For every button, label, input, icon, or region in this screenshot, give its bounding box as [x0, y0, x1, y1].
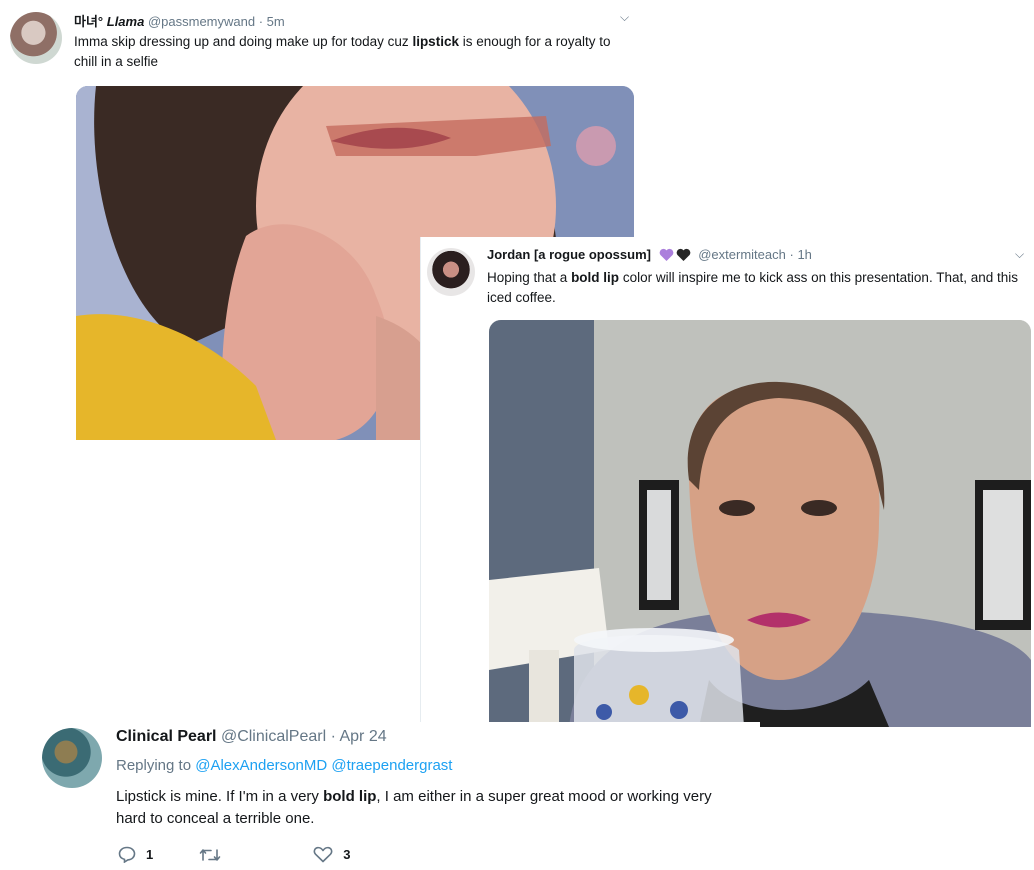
chevron-down-icon[interactable]: ⌵	[620, 10, 629, 25]
avatar-passmemywand[interactable]	[10, 12, 62, 64]
timestamp[interactable]: 1h	[797, 247, 811, 262]
avatar-clinicalpearl[interactable]	[42, 728, 102, 788]
display-name[interactable]: 마녀° Llama	[74, 14, 144, 29]
tweet-photo[interactable]	[489, 320, 1031, 727]
timestamp[interactable]: Apr 24	[339, 728, 386, 745]
tweet-header: 마녀° Llama @passmemywand · 5m	[74, 11, 285, 30]
separator: ·	[789, 247, 794, 262]
timestamp[interactable]: 5m	[267, 14, 285, 29]
like-count: 3	[343, 847, 351, 862]
tweet-text: Imma skip dressing up and doing make up …	[74, 34, 611, 69]
handle[interactable]: @passmemywand	[148, 14, 255, 29]
bold-keyword: lipstick	[412, 34, 459, 49]
tweet-text: Lipstick is mine. If I'm in a very bold …	[116, 788, 712, 827]
display-name-prefix: 마녀°	[74, 14, 104, 29]
separator: ·	[258, 14, 264, 29]
reply-button[interactable]: 1	[118, 846, 153, 863]
bold-keyword: bold lip	[571, 270, 620, 285]
mention-link[interactable]: @AlexAndersonMD	[195, 757, 327, 774]
tweet-header: Clinical Pearl @ClinicalPearl · Apr 24	[116, 728, 387, 746]
tweet-clinicalpearl: Clinical Pearl @ClinicalPearl · Apr 24 R…	[0, 722, 760, 870]
handle[interactable]: @extermiteach	[698, 247, 786, 262]
tweet-extermiteach: Jordan [a rogue opossum] @extermiteach ·…	[420, 237, 1034, 727]
tweet-text: Hoping that a bold lip color will inspir…	[487, 270, 1018, 305]
display-name-text: Llama	[106, 14, 145, 29]
mention-link[interactable]: @traependergrast	[331, 757, 452, 774]
replying-label: Replying to	[116, 757, 192, 774]
replying-to: Replying to @AlexAndersonMD @traependerg…	[116, 757, 452, 774]
reply-count: 1	[146, 847, 154, 862]
heart-icon	[313, 846, 333, 863]
chevron-down-icon[interactable]: ⌵	[1015, 247, 1024, 262]
like-button[interactable]: 3	[313, 846, 350, 863]
purple-heart-icon	[659, 248, 673, 261]
retweet-button[interactable]	[199, 847, 231, 863]
retweet-icon	[199, 848, 221, 861]
display-name[interactable]: Jordan [a rogue opossum]	[487, 247, 651, 262]
emoji-hearts	[659, 248, 691, 261]
tweet-header: Jordan [a rogue opossum] @extermiteach ·…	[487, 247, 812, 262]
selfie-image	[489, 320, 1031, 727]
black-heart-icon	[676, 248, 690, 261]
separator: ·	[330, 728, 336, 745]
reply-icon	[118, 846, 136, 863]
display-name[interactable]: Clinical Pearl	[116, 728, 217, 745]
avatar-extermiteach[interactable]	[427, 248, 475, 296]
tweet-actions: 1 3	[118, 846, 396, 863]
handle[interactable]: @ClinicalPearl	[221, 728, 326, 745]
bold-keyword: bold lip	[323, 788, 377, 805]
